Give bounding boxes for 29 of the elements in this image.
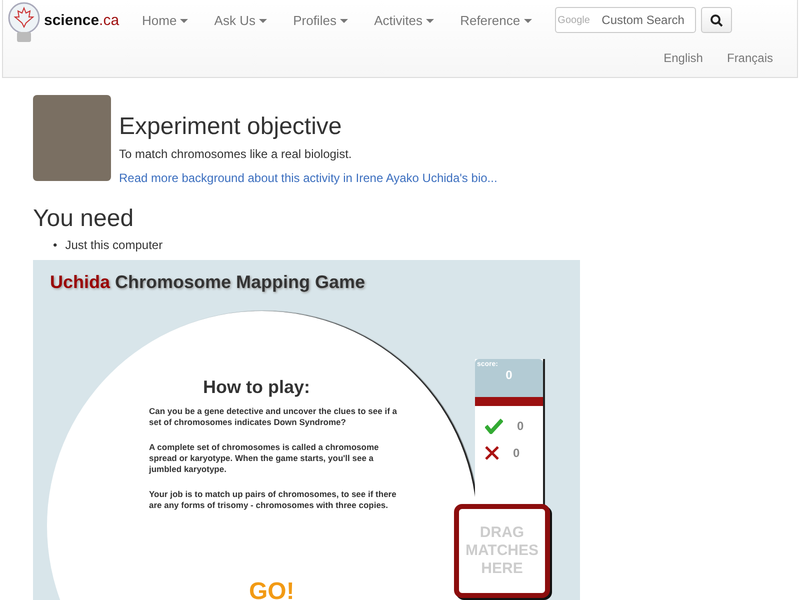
game-title: Uchida Chromosome Mapping Game: [50, 272, 366, 293]
instructions-text: Can you be a gene detective and uncover the clues to see if a set of chromosomes indicates Down Syndrome?: [149, 406, 398, 428]
nav-menu[interactable]: Profiles: [280, 12, 362, 28]
score-bar: [475, 397, 543, 406]
instructions-text: Your job is to match up pairs of chromosomes, to see if there are any forms of trisomy - chromosomes with three copies.: [149, 489, 398, 511]
cross-icon: [485, 446, 499, 460]
language-link[interactable]: English: [664, 51, 703, 65]
nav-menu[interactable]: Ask Us: [201, 12, 280, 28]
section-heading: You need: [33, 205, 135, 233]
list-item: Just this computer: [65, 237, 163, 253]
go-button[interactable]: GO!: [249, 578, 294, 600]
section-heading: Experiment objective: [119, 113, 343, 141]
instructions-text: A complete set of chromosomes is called a chromosome spread or karyotype. When the game starts, you'll see a jumbled karyotype.: [149, 442, 380, 475]
search-icon: [710, 14, 723, 26]
site-logo[interactable]: science.ca: [7, 1, 129, 47]
wrong-count: 0: [513, 446, 520, 460]
objective-text: To match chromosomes like a real biologist.: [119, 147, 353, 161]
nav-menu[interactable]: Activites: [361, 12, 448, 28]
nav-menu[interactable]: Reference: [447, 12, 545, 28]
search-provider-label: Google: [558, 15, 590, 26]
score-value: 0: [504, 368, 514, 382]
instructions-heading: How to play:: [203, 377, 310, 398]
check-icon: [485, 418, 503, 434]
correct-count: 0: [517, 419, 524, 433]
search-button[interactable]: [700, 7, 732, 33]
nav-menu[interactable]: Home: [129, 12, 202, 28]
bullet: •: [53, 237, 58, 253]
bio-link[interactable]: Read more background about this activity in Irene Ayako Uchida's bio...: [119, 171, 498, 185]
language-link[interactable]: Français: [726, 51, 773, 65]
